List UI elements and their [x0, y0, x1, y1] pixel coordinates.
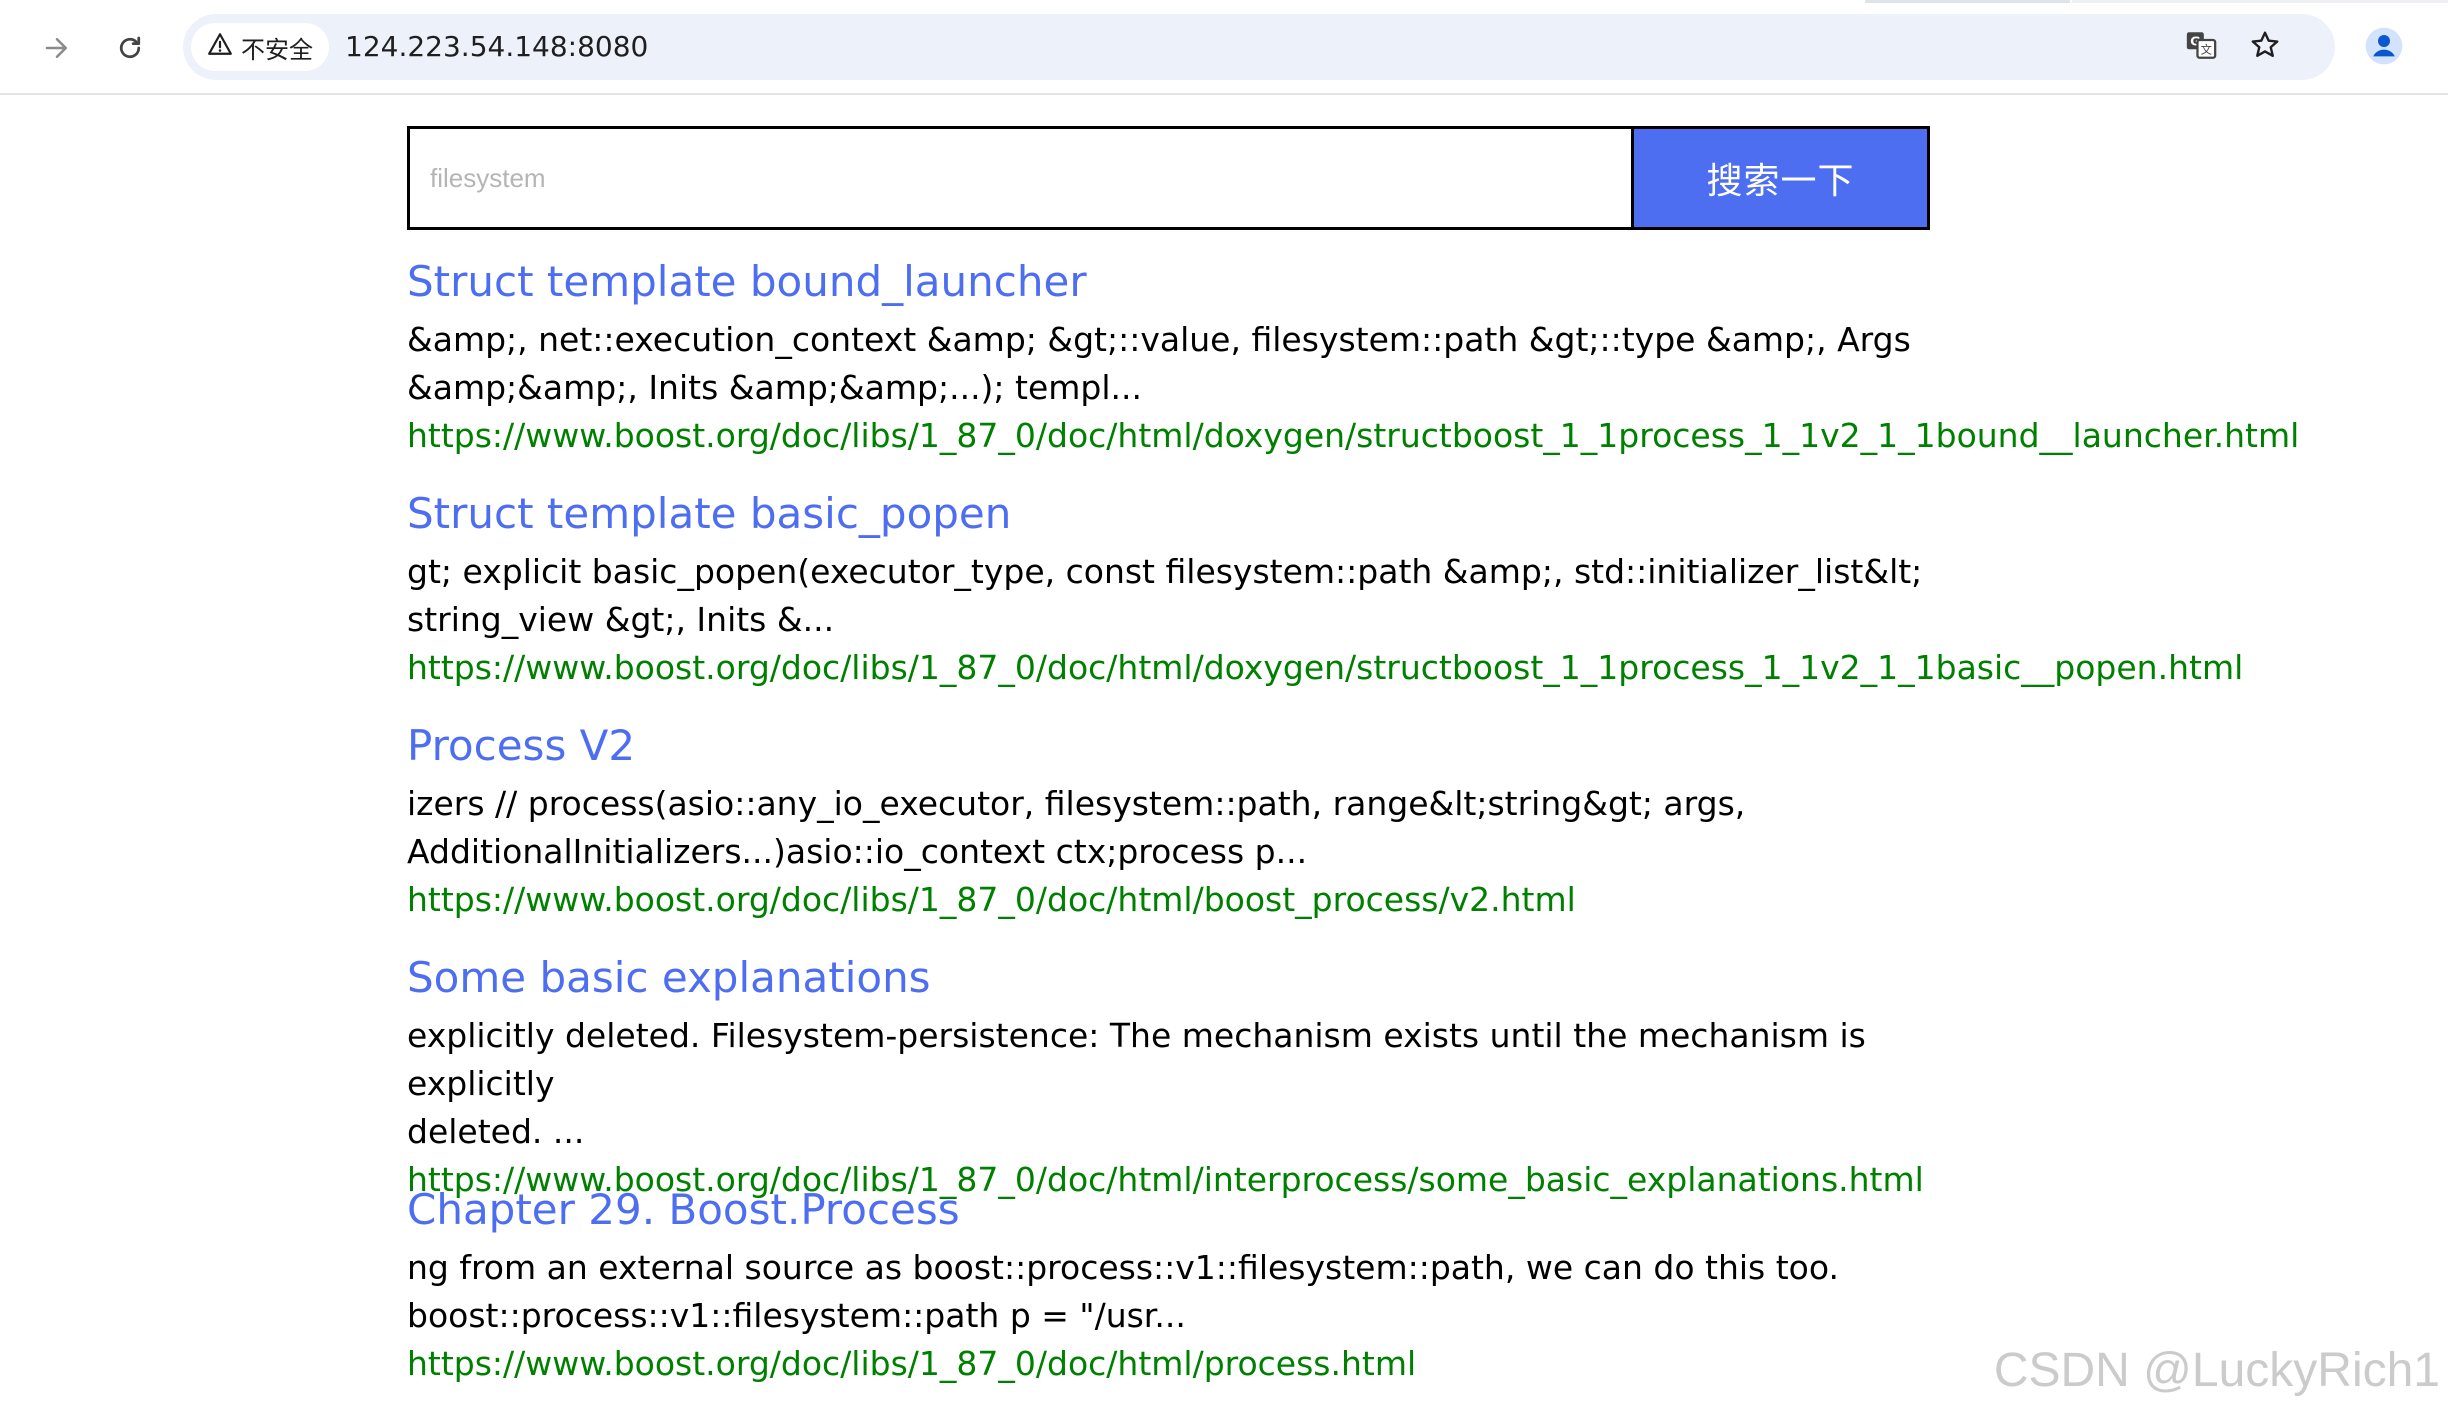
star-icon — [2249, 29, 2281, 65]
security-indicator[interactable]: 不安全 — [191, 23, 329, 71]
reload-icon — [115, 33, 145, 63]
result-snippet-line: izers // process(asio::any_io_executor, … — [407, 784, 1746, 823]
result-snippet-line: &amp;&amp;, Inits &amp;&amp;...); templ.… — [407, 368, 1143, 407]
result-snippet-line: explicitly deleted. Filesystem-persisten… — [407, 1016, 1866, 1103]
profile-button[interactable] — [2360, 24, 2408, 72]
result-snippet-line: &amp;, net::execution_context &amp; &gt;… — [407, 320, 1911, 359]
result-snippet-line: string_view &gt;, Inits &... — [407, 600, 835, 639]
result-item: Process V2 izers // process(asio::any_io… — [407, 716, 2307, 948]
result-url-link[interactable]: https://www.boost.org/doc/libs/1_87_0/do… — [407, 412, 2307, 460]
result-item: Struct template bound_launcher &amp;, ne… — [407, 252, 2307, 484]
tab-strip-edge — [1865, 0, 2070, 3]
tab-strip-edge-inactive — [2072, 0, 2448, 3]
result-title-link[interactable]: Chapter 29. Boost.Process — [407, 1180, 2307, 1240]
svg-text:文: 文 — [2201, 43, 2212, 57]
profile-icon — [2364, 26, 2404, 70]
result-snippet-line: boost::process::v1::filesystem::path p =… — [407, 1296, 1186, 1335]
translate-button[interactable]: G 文 — [2181, 27, 2221, 67]
result-snippet: gt; explicit basic_popen(executor_type, … — [407, 548, 1967, 644]
result-snippet: explicitly deleted. Filesystem-persisten… — [407, 1012, 1967, 1156]
result-title-link[interactable]: Process V2 — [407, 716, 2307, 776]
arrow-forward-icon — [42, 33, 72, 63]
bookmark-button[interactable] — [2245, 27, 2285, 67]
translate-icon: G 文 — [2184, 28, 2218, 66]
result-snippet: izers // process(asio::any_io_executor, … — [407, 780, 1967, 876]
result-title-link[interactable]: Struct template bound_launcher — [407, 252, 2307, 312]
results-list: Struct template bound_launcher &amp;, ne… — [407, 252, 2307, 1412]
result-snippet-line: gt; explicit basic_popen(executor_type, … — [407, 552, 1923, 591]
search-input[interactable] — [407, 126, 1631, 230]
browser-toolbar: 不安全 124.223.54.148:8080 G 文 — [0, 0, 2448, 95]
forward-button[interactable] — [33, 24, 81, 72]
result-snippet-line: deleted. ... — [407, 1112, 585, 1151]
result-snippet: &amp;, net::execution_context &amp; &gt;… — [407, 316, 1967, 412]
address-bar[interactable]: 不安全 124.223.54.148:8080 G 文 — [183, 14, 2335, 80]
search-form: 搜索一下 — [407, 126, 1930, 230]
result-snippet-line: ng from an external source as boost::pro… — [407, 1248, 1839, 1287]
result-snippet-line: AdditionalInitializers...)asio::io_conte… — [407, 832, 1308, 871]
result-title-link[interactable]: Some basic explanations — [407, 948, 2307, 1008]
warning-triangle-icon — [207, 31, 233, 63]
result-snippet: ng from an external source as boost::pro… — [407, 1244, 1967, 1340]
watermark: CSDN @LuckyRich1 — [1993, 1344, 2440, 1397]
result-url-link[interactable]: https://www.boost.org/doc/libs/1_87_0/do… — [407, 876, 2307, 924]
search-button[interactable]: 搜索一下 — [1631, 126, 1930, 230]
result-item: Struct template basic_popen gt; explicit… — [407, 484, 2307, 716]
reload-button[interactable] — [106, 24, 154, 72]
result-item: Some basic explanations explicitly delet… — [407, 948, 2307, 1199]
result-title-link[interactable]: Struct template basic_popen — [407, 484, 2307, 544]
security-label: 不安全 — [241, 35, 313, 64]
url-text[interactable]: 124.223.54.148:8080 — [345, 14, 648, 80]
result-url-link[interactable]: https://www.boost.org/doc/libs/1_87_0/do… — [407, 644, 2307, 692]
